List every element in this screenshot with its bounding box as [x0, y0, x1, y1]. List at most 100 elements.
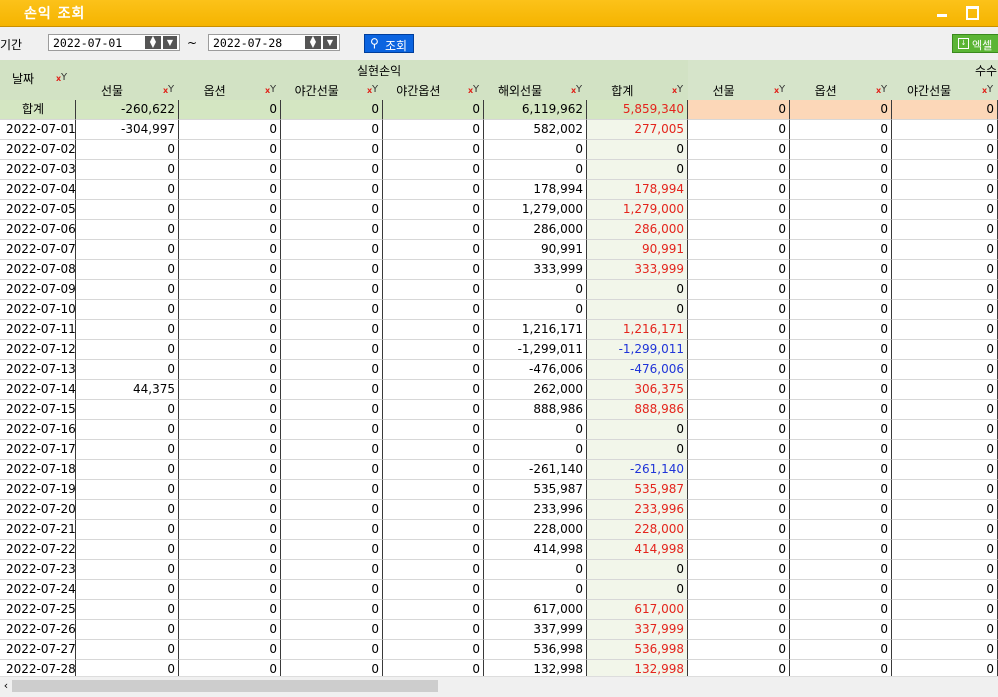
date-to-field[interactable]: 2022-07-28 ▲ ▼ ▼ — [208, 34, 340, 51]
column-header[interactable]: 야간옵션 x Y — [383, 80, 484, 100]
table-row[interactable]: 2022-07-01 -304,997 0 0 0 582,002 277,005 0 0 0 — [0, 120, 998, 140]
table-cell: 0 — [281, 380, 383, 400]
table-row[interactable]: 2022-07-17 0 0 0 0 0 0 0 0 0 — [0, 440, 998, 460]
table-cell: 0 — [76, 240, 179, 260]
table-row[interactable]: 2022-07-26 0 0 0 0 337,999 337,999 0 0 0 — [0, 620, 998, 640]
table-cell: 0 — [790, 280, 892, 300]
date-column-header[interactable]: 날짜 x Y — [0, 60, 76, 100]
minimize-icon[interactable] — [932, 3, 952, 21]
table-row[interactable]: 2022-07-16 0 0 0 0 0 0 0 0 0 — [0, 420, 998, 440]
table-cell: 0 — [76, 440, 179, 460]
column-header[interactable]: 선물 x Y — [76, 80, 179, 100]
table-cell: 617,000 — [587, 600, 688, 620]
column-header[interactable]: 옵션 x Y — [790, 80, 892, 100]
table-row[interactable]: 2022-07-24 0 0 0 0 0 0 0 0 0 — [0, 580, 998, 600]
maximize-icon[interactable] — [962, 3, 982, 21]
spin-arrows-icon[interactable]: ▲ ▼ — [145, 35, 161, 49]
table-row[interactable]: 2022-07-21 0 0 0 0 228,000 228,000 0 0 0 — [0, 520, 998, 540]
table-cell: 0 — [76, 660, 179, 676]
scroll-left-icon[interactable]: ‹ — [0, 679, 12, 693]
table-row[interactable]: 2022-07-14 44,375 0 0 0 262,000 306,375 0 0 0 — [0, 380, 998, 400]
filter-icon[interactable]: xY — [265, 84, 277, 95]
date-from-field[interactable]: 2022-07-01 ▲ ▼ ▼ — [48, 34, 180, 51]
table-cell: 0 — [179, 600, 281, 620]
table-row[interactable]: 2022-07-05 0 0 0 0 1,279,000 1,279,000 0 0 0 — [0, 200, 998, 220]
filter-icon[interactable]: xY — [774, 84, 786, 95]
table-cell: 333,999 — [484, 260, 587, 280]
table-row[interactable]: 2022-07-19 0 0 0 0 535,987 535,987 0 0 0 — [0, 480, 998, 500]
column-header[interactable]: 야간선물 x Y — [892, 80, 998, 100]
table-row[interactable]: 2022-07-07 0 0 0 0 90,991 90,991 0 0 0 — [0, 240, 998, 260]
table-cell: 0 — [179, 620, 281, 640]
table-cell: 0 — [281, 280, 383, 300]
table-cell: 0 — [790, 240, 892, 260]
row-date: 2022-07-11 — [0, 320, 76, 340]
table-cell: 0 — [892, 300, 998, 320]
table-cell: 0 — [76, 620, 179, 640]
table-cell: 0 — [892, 520, 998, 540]
spin-arrows-icon[interactable]: ▲ ▼ — [305, 35, 321, 49]
table-cell: 0 — [383, 520, 484, 540]
table-row[interactable]: 2022-07-28 0 0 0 0 132,998 132,998 0 0 0 — [0, 660, 998, 676]
filter-icon[interactable]: xY — [468, 84, 480, 95]
calendar-dropdown-icon[interactable]: ▼ — [323, 36, 337, 49]
row-date: 2022-07-03 — [0, 160, 76, 180]
excel-export-button[interactable]: ↓ 엑셀 — [952, 34, 998, 53]
table-row[interactable]: 2022-07-06 0 0 0 0 286,000 286,000 0 0 0 — [0, 220, 998, 240]
horizontal-scrollbar[interactable]: ‹ — [0, 676, 998, 697]
filter-icon[interactable]: xY — [367, 84, 379, 95]
filter-icon[interactable]: xY — [876, 84, 888, 95]
table-cell: 0 — [281, 140, 383, 160]
column-header[interactable]: 해외선물 x Y — [484, 80, 587, 100]
table-cell: 0 — [383, 600, 484, 620]
table-row[interactable]: 2022-07-09 0 0 0 0 0 0 0 0 0 — [0, 280, 998, 300]
table-cell: 0 — [688, 420, 790, 440]
row-date: 2022-07-13 — [0, 360, 76, 380]
table-cell: -1,299,011 — [484, 340, 587, 360]
table-row[interactable]: 2022-07-22 0 0 0 0 414,998 414,998 0 0 0 — [0, 540, 998, 560]
table-cell: 0 — [790, 580, 892, 600]
scrollbar-thumb[interactable] — [12, 680, 438, 692]
table-row[interactable]: 2022-07-03 0 0 0 0 0 0 0 0 0 — [0, 160, 998, 180]
table-row[interactable]: 2022-07-13 0 0 0 0 -476,006 -476,006 0 0 0 — [0, 360, 998, 380]
table-row[interactable]: 2022-07-04 0 0 0 0 178,994 178,994 0 0 0 — [0, 180, 998, 200]
table-cell: 0 — [179, 160, 281, 180]
column-header[interactable]: 야간선물 x Y — [281, 80, 383, 100]
table-row[interactable]: 2022-07-12 0 0 0 0 -1,299,011 -1,299,011 0 0 0 — [0, 340, 998, 360]
table-row[interactable]: 2022-07-11 0 0 0 0 1,216,171 1,216,171 0 0 0 — [0, 320, 998, 340]
table-row[interactable]: 2022-07-27 0 0 0 0 536,998 536,998 0 0 0 — [0, 640, 998, 660]
table-cell: 0 — [587, 440, 688, 460]
column-header[interactable]: 합계 x Y — [587, 80, 688, 100]
table-cell: -261,140 — [484, 460, 587, 480]
filter-icon[interactable]: xY — [56, 72, 68, 83]
table-cell: 536,998 — [484, 640, 587, 660]
filter-icon[interactable]: xY — [982, 84, 994, 95]
row-date: 2022-07-01 — [0, 120, 76, 140]
table-row[interactable]: 2022-07-15 0 0 0 0 888,986 888,986 0 0 0 — [0, 400, 998, 420]
table-row[interactable]: 2022-07-02 0 0 0 0 0 0 0 0 0 — [0, 140, 998, 160]
summary-cell: 0 — [383, 100, 484, 120]
table-cell: 0 — [892, 660, 998, 676]
filter-icon[interactable]: xY — [163, 84, 175, 95]
table-row[interactable]: 2022-07-18 0 0 0 0 -261,140 -261,140 0 0 0 — [0, 460, 998, 480]
table-row[interactable]: 2022-07-08 0 0 0 0 333,999 333,999 0 0 0 — [0, 260, 998, 280]
table-row[interactable]: 2022-07-20 0 0 0 0 233,996 233,996 0 0 0 — [0, 500, 998, 520]
table-cell: 0 — [790, 160, 892, 180]
table-cell: 0 — [790, 260, 892, 280]
table-cell: 0 — [892, 180, 998, 200]
column-header[interactable]: 옵션 x Y — [179, 80, 281, 100]
table-row[interactable]: 2022-07-25 0 0 0 0 617,000 617,000 0 0 0 — [0, 600, 998, 620]
table-cell: 0 — [484, 560, 587, 580]
search-button[interactable]: ⚲ 조회 — [364, 34, 414, 53]
funnel-icon: Y — [987, 84, 994, 95]
table-cell: 0 — [790, 440, 892, 460]
filter-icon[interactable]: xY — [672, 84, 684, 95]
calendar-dropdown-icon[interactable]: ▼ — [163, 36, 177, 49]
range-separator: ~ — [187, 36, 198, 50]
filter-icon[interactable]: xY — [571, 84, 583, 95]
table-row[interactable]: 2022-07-10 0 0 0 0 0 0 0 0 0 — [0, 300, 998, 320]
table-cell: 0 — [179, 280, 281, 300]
column-header[interactable]: 선물 x Y — [688, 80, 790, 100]
table-cell: 132,998 — [587, 660, 688, 676]
table-row[interactable]: 2022-07-23 0 0 0 0 0 0 0 0 0 — [0, 560, 998, 580]
